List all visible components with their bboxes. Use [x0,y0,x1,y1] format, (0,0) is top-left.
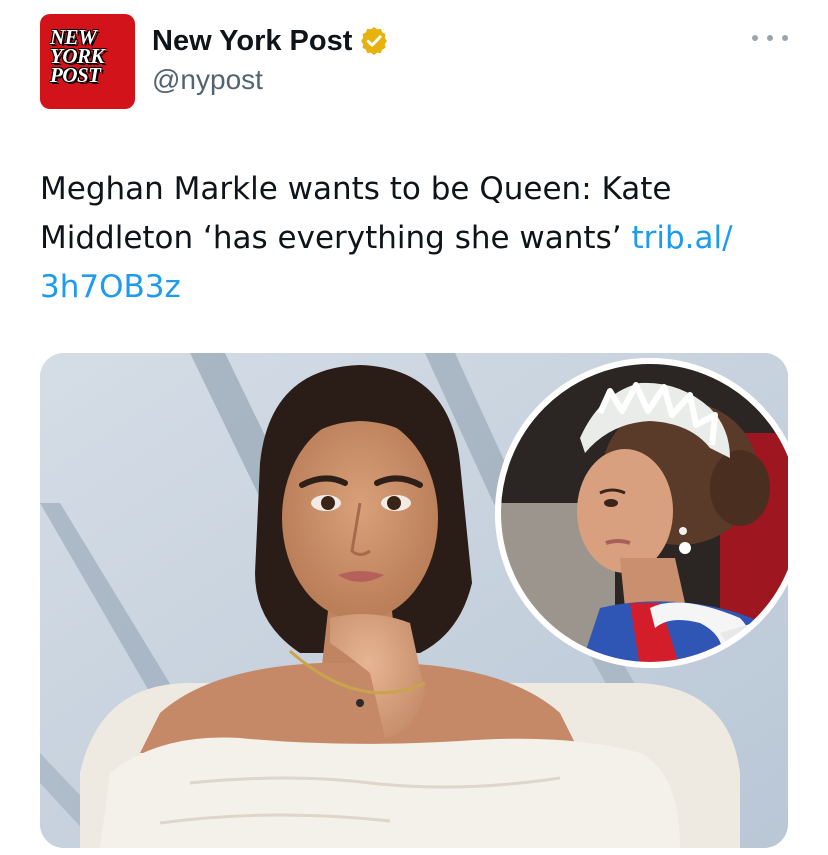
avatar[interactable]: NEW YORK POST [40,14,135,109]
tweet-media-photo[interactable] [40,353,788,848]
more-dot [782,35,788,41]
user-handle[interactable]: @nypost [152,64,263,96]
photo-composite [40,353,788,848]
tweet-text: Meghan Markle wants to be Queen: Kate Mi… [40,165,800,312]
verified-badge-icon[interactable] [358,25,390,57]
more-icon[interactable] [752,28,788,48]
display-name[interactable]: New York Post [152,25,352,58]
tweet-card: NEW YORK POST New York Post @nypost Megh… [0,0,828,855]
new-york-post-logo: NEW YORK POST [50,25,105,87]
author-name-row: New York Post [152,22,390,60]
tweet-link-part1: trib.al/ [631,220,733,256]
tweet-link-part2: 3h7OB3z [40,269,181,305]
more-dot [752,35,758,41]
tweet-headline: Meghan Markle wants to be Queen: Kate Mi… [40,171,672,256]
more-dot [767,35,773,41]
